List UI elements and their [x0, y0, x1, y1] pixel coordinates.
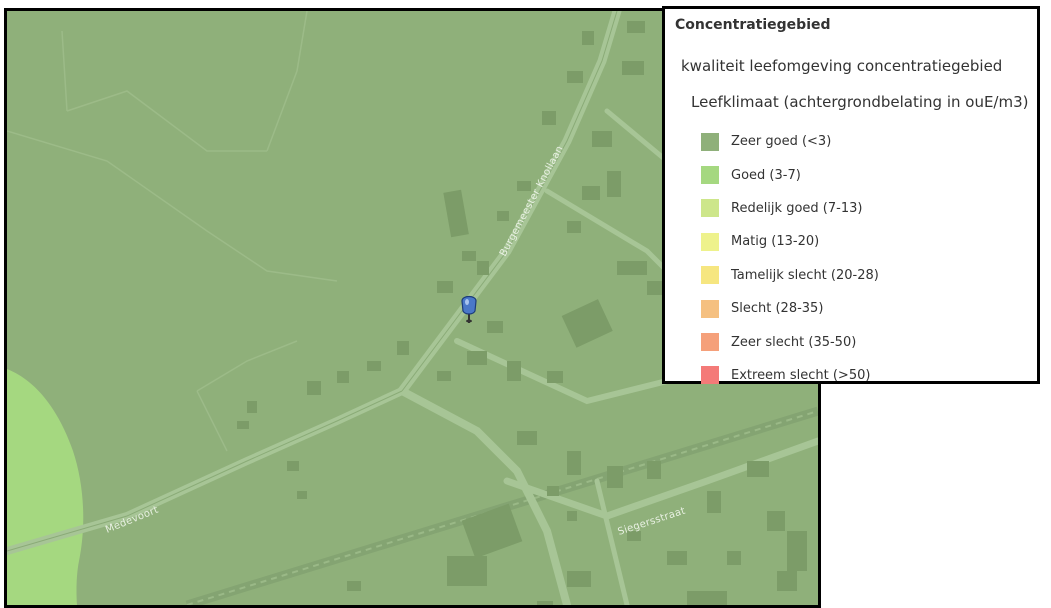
legend-item: Zeer slecht (35-50): [701, 325, 879, 358]
legend-item: Extreem slecht (>50): [701, 359, 879, 392]
legend-swatch: [701, 266, 719, 285]
legend-item: Redelijk goed (7-13): [701, 192, 879, 225]
legend-swatch: [701, 166, 719, 185]
legend-swatch: [701, 333, 719, 352]
legend-item-label: Zeer goed (<3): [731, 134, 832, 150]
legend-layer-name: kwaliteit leefomgeving concentratiegebie…: [681, 57, 1003, 75]
legend-item-label: Matig (13-20): [731, 234, 820, 250]
legend-swatch: [701, 366, 719, 385]
legend-item: Tamelijk slecht (20-28): [701, 259, 879, 292]
legend-class-list: Zeer goed (<3) Goed (3-7) Redelijk goed …: [701, 125, 879, 392]
legend-item: Goed (3-7): [701, 158, 879, 191]
legend-swatch: [701, 232, 719, 251]
legend-item: Matig (13-20): [701, 225, 879, 258]
legend-swatch: [701, 199, 719, 218]
legend-field-name: Leefklimaat (achtergrondbelating in ouE/…: [691, 93, 1029, 111]
legend-panel: Concentratiegebied kwaliteit leefomgevin…: [662, 6, 1040, 385]
legend-title: Concentratiegebied: [675, 17, 831, 33]
legend-item-label: Redelijk goed (7-13): [731, 200, 863, 216]
legend-swatch: [701, 132, 719, 151]
legend-item-label: Tamelijk slecht (20-28): [731, 267, 879, 283]
legend-item: Slecht (28-35): [701, 292, 879, 325]
legend-item: Zeer goed (<3): [701, 125, 879, 158]
legend-item-label: Goed (3-7): [731, 167, 801, 183]
legend-item-label: Extreem slecht (>50): [731, 367, 871, 383]
legend-item-label: Slecht (28-35): [731, 301, 824, 317]
legend-item-label: Zeer slecht (35-50): [731, 334, 857, 350]
legend-swatch: [701, 299, 719, 318]
